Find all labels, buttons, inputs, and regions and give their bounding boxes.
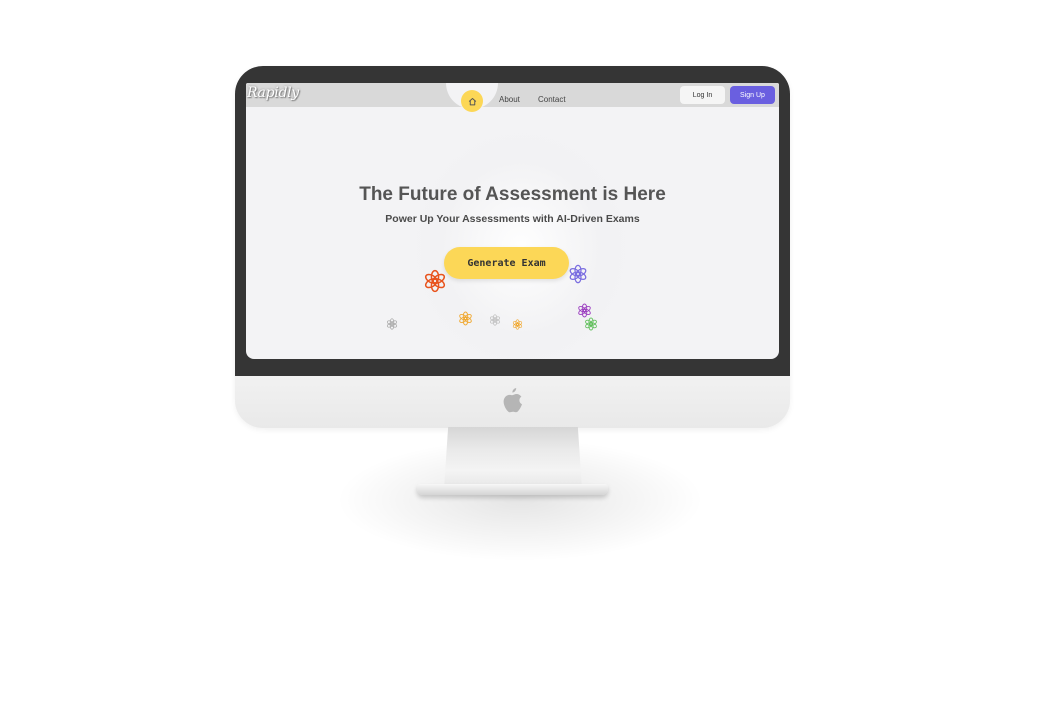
login-button[interactable]: Log In <box>680 86 725 104</box>
openai-knot-icon <box>512 319 523 330</box>
monitor-stand-neck <box>444 427 582 489</box>
home-button[interactable] <box>461 90 483 112</box>
openai-knot-icon <box>578 303 591 318</box>
monitor-stand-base <box>417 484 608 495</box>
brand-logo[interactable]: Rapidly <box>247 85 299 101</box>
hero-subtitle: Power Up Your Assessments with AI-Driven… <box>385 213 640 225</box>
home-icon <box>468 97 476 105</box>
openai-knot-icon <box>585 317 597 331</box>
hero-title: The Future of Assessment is Here <box>359 184 666 205</box>
generate-exam-button[interactable]: Generate Exam <box>444 247 569 279</box>
website-screen: Rapidly About Contact Log In Sign Up The… <box>246 83 779 359</box>
apple-logo-icon <box>503 388 522 413</box>
screen-bezel: Rapidly About Contact Log In Sign Up The… <box>235 66 790 376</box>
openai-knot-icon <box>424 269 446 293</box>
nav-link-contact[interactable]: Contact <box>538 95 566 104</box>
openai-knot-icon <box>459 311 472 326</box>
imac-monitor: Rapidly About Contact Log In Sign Up The… <box>235 66 790 428</box>
signup-button[interactable]: Sign Up <box>730 86 775 104</box>
openai-knot-icon <box>386 318 398 330</box>
monitor-chin <box>235 376 790 428</box>
openai-knot-icon <box>489 314 501 326</box>
nav-link-about[interactable]: About <box>499 95 520 104</box>
openai-knot-icon <box>569 264 587 284</box>
